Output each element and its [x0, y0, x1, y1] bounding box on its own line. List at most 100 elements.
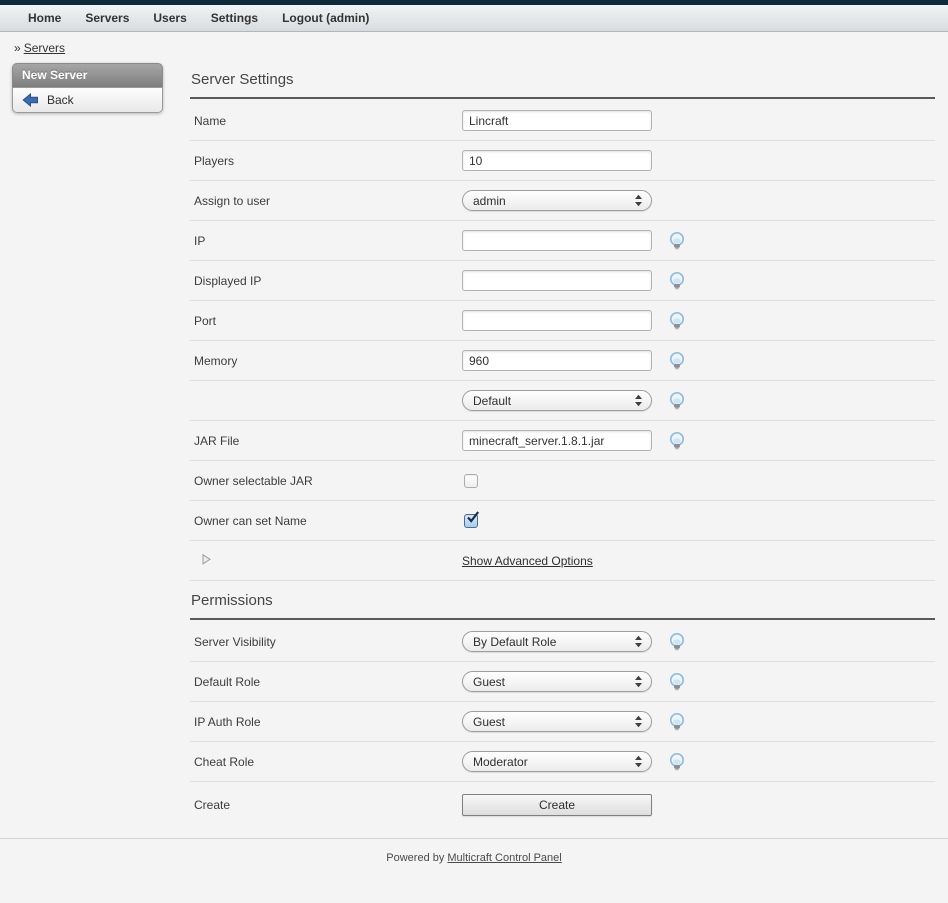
nav-item-home[interactable]: Home — [16, 5, 73, 32]
hint-bulb-icon[interactable] — [669, 351, 685, 370]
form-row-ip-auth-role: IP Auth RoleGuest — [190, 702, 935, 742]
field-label: Server Visibility — [194, 635, 462, 649]
updown-arrows-icon — [634, 635, 651, 648]
section-rule — [190, 97, 935, 99]
ip-input[interactable] — [462, 230, 652, 251]
create-button[interactable]: Create — [462, 794, 652, 816]
breadcrumb: »Servers — [0, 32, 948, 60]
players-input[interactable] — [462, 150, 652, 171]
hint-bulb-icon[interactable] — [669, 752, 685, 771]
owner-selectable-jar-checkbox[interactable] — [464, 474, 478, 488]
page: HomeServersUsersSettingsLogout (admin) »… — [0, 0, 948, 903]
field-label: Memory — [194, 354, 462, 368]
field-control — [462, 350, 685, 371]
form-row-owner-can-set-name: Owner can set Name — [190, 501, 935, 541]
section-title-permissions: Permissions — [190, 581, 935, 618]
field-label: Cheat Role — [194, 755, 462, 769]
field-label: Default Role — [194, 675, 462, 689]
field-control: Guest — [462, 711, 685, 732]
field-control: Moderator — [462, 751, 685, 772]
footer-link-multicraft[interactable]: Multicraft Control Panel — [447, 852, 561, 864]
form-row-owner-selectable-jar: Owner selectable JAR — [190, 461, 935, 501]
form-row-show-advanced-options: Show Advanced Options — [190, 541, 935, 581]
updown-arrows-icon — [634, 394, 651, 407]
port-input[interactable] — [462, 310, 652, 331]
nav-item-logout-admin[interactable]: Logout (admin) — [270, 5, 381, 32]
memory-input[interactable] — [462, 350, 652, 371]
back-arrow-icon — [22, 93, 39, 107]
select-value: Default — [463, 394, 634, 408]
sidebar-title: New Server — [12, 63, 163, 87]
form-row-cheat-role: Cheat RoleModerator — [190, 742, 935, 782]
jar-file-input[interactable] — [462, 430, 652, 451]
owner-can-set-name-checkbox[interactable] — [464, 514, 478, 528]
field-control — [462, 430, 685, 451]
section-rule — [190, 618, 935, 620]
form-row-displayed-ip: Displayed IP — [190, 261, 935, 301]
form-row-jar-file: JAR File — [190, 421, 935, 461]
hint-bulb-icon[interactable] — [669, 391, 685, 410]
field-control — [462, 150, 652, 171]
select-value: Guest — [463, 675, 634, 689]
field-label: JAR File — [194, 434, 462, 448]
displayed-ip-input[interactable] — [462, 270, 652, 291]
form-row-ip: IP — [190, 221, 935, 261]
field-label: IP Auth Role — [194, 715, 462, 729]
assign-to-user-select[interactable]: admin — [462, 190, 652, 211]
nav-item-users[interactable]: Users — [141, 5, 198, 32]
hint-bulb-icon[interactable] — [669, 672, 685, 691]
hint-bulb-icon[interactable] — [669, 271, 685, 290]
field-control: Default — [462, 390, 685, 411]
form-row-memory: Memory — [190, 341, 935, 381]
cheat-role-select[interactable]: Moderator — [462, 751, 652, 772]
updown-arrows-icon — [634, 675, 651, 688]
section-title-server-settings: Server Settings — [190, 60, 935, 97]
form-row-port: Port — [190, 301, 935, 341]
field-control — [462, 514, 478, 528]
hint-bulb-icon[interactable] — [669, 231, 685, 250]
form-row-name: Name — [190, 101, 935, 141]
default-role-select[interactable]: Guest — [462, 671, 652, 692]
show-advanced-options-link[interactable]: Show Advanced Options — [462, 554, 593, 568]
form-row-default-role: Default RoleGuest — [190, 662, 935, 702]
nav-item-settings[interactable]: Settings — [199, 5, 270, 32]
field-label: Port — [194, 314, 462, 328]
form-row-players: Players — [190, 141, 935, 181]
field-control — [462, 110, 652, 131]
server-visibility-select[interactable]: By Default Role — [462, 631, 652, 652]
select-value: By Default Role — [463, 635, 634, 649]
hint-bulb-icon[interactable] — [669, 632, 685, 651]
field-control — [462, 474, 478, 488]
field-control — [462, 310, 685, 331]
back-button[interactable]: Back — [12, 87, 163, 113]
hint-bulb-icon[interactable] — [669, 431, 685, 450]
hint-bulb-icon[interactable] — [669, 712, 685, 731]
field-control: Show Advanced Options — [462, 554, 593, 568]
name-input[interactable] — [462, 110, 652, 131]
field-label: Displayed IP — [194, 274, 462, 288]
nav-item-servers[interactable]: Servers — [73, 5, 141, 32]
field-label: Owner selectable JAR — [194, 474, 462, 488]
breadcrumb-symbol: » — [14, 41, 21, 55]
footer-text: Powered by — [386, 852, 444, 864]
breadcrumb-link-servers[interactable]: Servers — [24, 41, 65, 55]
field-label: Players — [194, 154, 462, 168]
form-row-create: CreateCreate — [190, 782, 935, 828]
field-control: Guest — [462, 671, 685, 692]
field-control — [462, 270, 685, 291]
select-value: admin — [463, 194, 634, 208]
triangle-right-icon[interactable] — [202, 554, 211, 565]
field-control: By Default Role — [462, 631, 685, 652]
select-value: Guest — [463, 715, 634, 729]
default-select[interactable]: Default — [462, 390, 652, 411]
field-label: Name — [194, 114, 462, 128]
field-control: admin — [462, 190, 652, 211]
ip-auth-role-select[interactable]: Guest — [462, 711, 652, 732]
field-label: Assign to user — [194, 194, 462, 208]
form-row-assign-to-user: Assign to useradmin — [190, 181, 935, 221]
top-nav: HomeServersUsersSettingsLogout (admin) — [0, 5, 948, 32]
hint-bulb-icon[interactable] — [669, 311, 685, 330]
main-content: Server Settings Name Players Assign to user… — [190, 60, 935, 828]
updown-arrows-icon — [634, 755, 651, 768]
field-label: Create — [194, 798, 462, 812]
